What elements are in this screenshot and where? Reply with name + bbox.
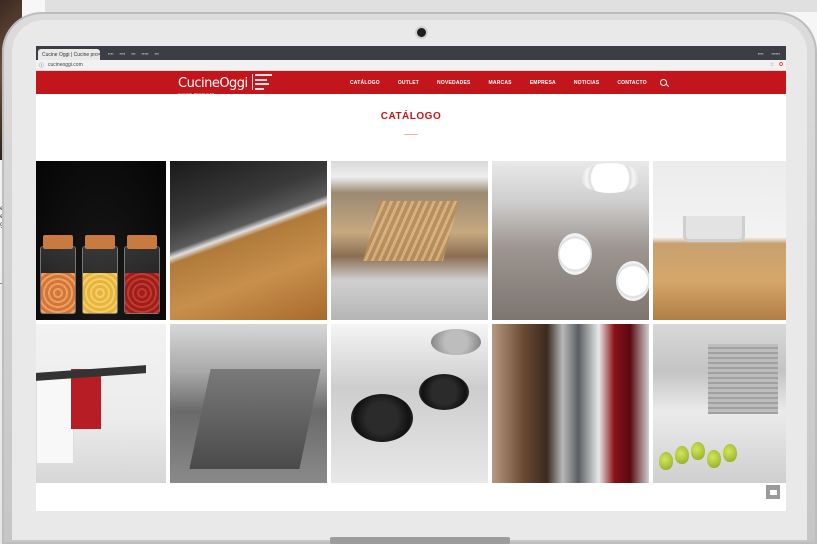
tile-handle[interactable] — [653, 161, 786, 320]
pear-image — [723, 444, 737, 462]
handle-image — [683, 216, 745, 242]
drawer-image — [189, 369, 321, 469]
info-icon[interactable]: ⓘ — [39, 62, 44, 69]
tile-deep-drawer[interactable] — [170, 324, 327, 483]
browser-screen: Cucine Oggi | Cucine pro × ▪▪▪▪ ▪▪▪▪ ▪▪▪… — [36, 46, 786, 511]
nav-noticias[interactable]: NOTICIAS — [565, 80, 609, 86]
tile-containers[interactable] — [36, 161, 166, 320]
pear-image — [691, 442, 705, 460]
site-navbar: CucineOggi CUCINE PRODUCTS CATÁLOGO OUTL… — [36, 71, 786, 96]
site-logo[interactable]: CucineOggi CUCINE PRODUCTS — [178, 74, 272, 96]
bookmark-item[interactable]: ▪▪▪▪ — [108, 51, 114, 56]
nav-catalogo[interactable]: CATÁLOGO — [341, 80, 389, 86]
title-divider — [404, 134, 418, 135]
search-icon[interactable] — [659, 79, 667, 86]
nav-empresa[interactable]: EMPRESA — [521, 80, 565, 86]
tile-door-finishes[interactable] — [492, 324, 649, 483]
address-bar[interactable]: ⓘ cucineoggi.com ☆ O — [36, 60, 786, 71]
screenshot-scene: eergi Cucine Oggi | Cucine pro × ▪▪▪▪ ▪▪… — [0, 0, 817, 544]
camera-icon — [417, 28, 426, 37]
browser-extensions: ▪▪▪▪ ▪▪▪▪▪▪ — [758, 51, 780, 56]
background-page-bar — [45, 0, 817, 12]
catalog-grid — [36, 161, 786, 483]
tile-cutlery-drawer[interactable] — [331, 161, 488, 320]
bookmark-star-icon[interactable]: ☆ — [770, 62, 774, 68]
logo-name: CucineOggi — [178, 76, 248, 91]
tile-led-shelf[interactable] — [170, 161, 327, 320]
pear-image — [659, 452, 673, 470]
pear-image — [675, 446, 689, 464]
tile-roller-shutter[interactable] — [653, 324, 786, 483]
tile-kitchen-island[interactable] — [36, 324, 166, 483]
chat-icon[interactable] — [766, 485, 780, 499]
bookmarks-bar: ▪▪▪▪ ▪▪▪▪ ▪▪▪ ▪▪▪▪▪ ▪▪▪ — [108, 51, 159, 56]
bookmark-item[interactable]: ▪▪▪▪ — [120, 51, 126, 56]
extension-item[interactable]: ▪▪▪▪ — [758, 51, 764, 56]
cabinet-image — [36, 374, 74, 464]
nav-contacto[interactable]: CONTACTO — [608, 80, 655, 86]
bookmark-item[interactable]: ▪▪▪▪▪ — [142, 51, 149, 56]
logo-mark-icon — [251, 74, 272, 90]
cutlery-insert — [362, 201, 460, 261]
container-jar — [40, 235, 76, 314]
browser-tab-bar: Cucine Oggi | Cucine pro × ▪▪▪▪ ▪▪▪▪ ▪▪▪… — [36, 46, 786, 60]
nav-marcas[interactable]: MARCAS — [480, 80, 521, 86]
shutter-image — [708, 344, 778, 414]
nav-novedades[interactable]: NOVEDADES — [428, 80, 479, 86]
url-text[interactable]: cucineoggi.com — [48, 62, 83, 68]
laptop-hinge — [330, 537, 510, 544]
page-title: CATÁLOGO — [380, 111, 442, 122]
tile-plate-drawer[interactable] — [492, 161, 649, 320]
plate-image — [580, 163, 640, 193]
plate-image — [616, 261, 649, 301]
tile-corner-carousel[interactable] — [331, 324, 488, 483]
pot-image — [351, 394, 413, 442]
container-jar — [82, 235, 118, 314]
tray-image — [431, 329, 481, 355]
main-menu: CATÁLOGO OUTLET NOVEDADES MARCAS EMPRESA… — [341, 71, 667, 94]
logo-subtitle: CUCINE PRODUCTS — [178, 92, 215, 96]
pear-image — [707, 450, 721, 468]
bookmark-item[interactable]: ▪▪▪ — [131, 51, 135, 56]
container-jar — [124, 235, 160, 314]
opera-icon[interactable]: O — [779, 62, 783, 68]
bookmark-item[interactable]: ▪▪▪ — [155, 51, 159, 56]
tab-close-icon[interactable]: × — [98, 52, 100, 58]
plate-image — [558, 233, 592, 275]
tab-title: Cucine Oggi | Cucine pro — [42, 51, 98, 58]
nav-outlet[interactable]: OUTLET — [389, 80, 428, 86]
browser-tab[interactable]: Cucine Oggi | Cucine pro × — [38, 49, 100, 60]
extension-item[interactable]: ▪▪▪▪▪▪ — [771, 51, 780, 56]
pot-image — [419, 374, 469, 410]
